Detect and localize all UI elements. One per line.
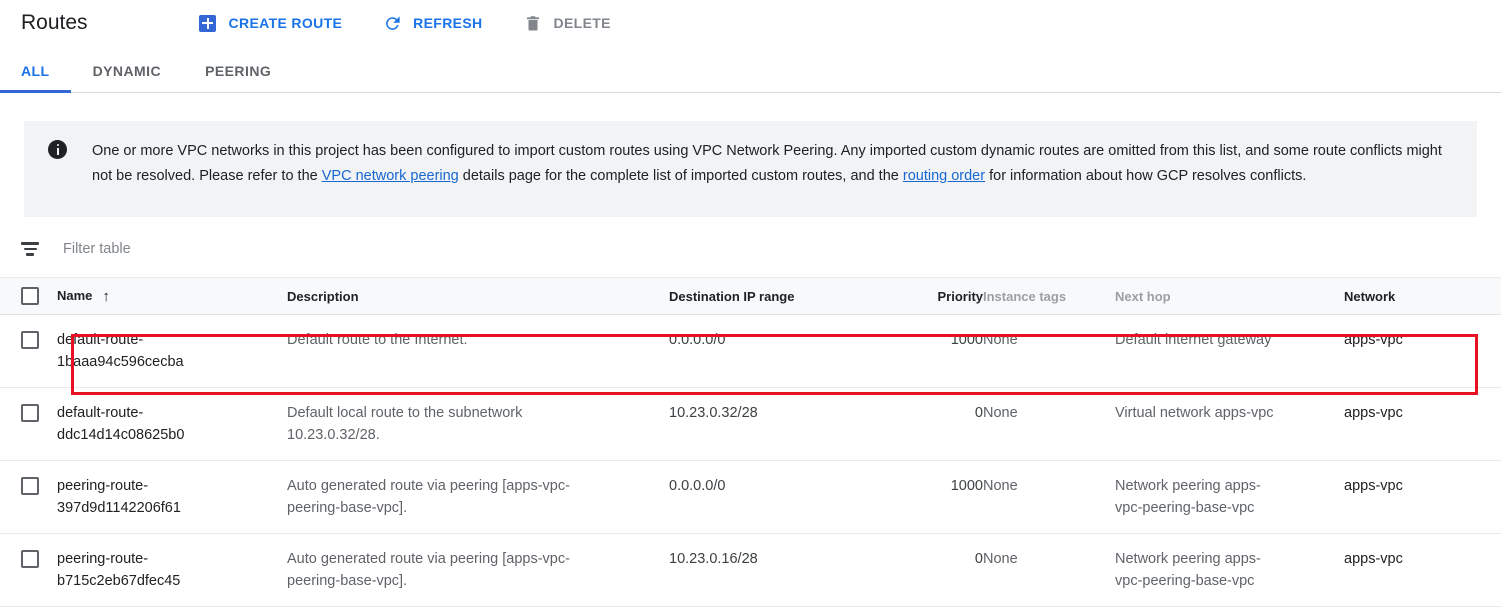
info-banner-wrapper: One or more VPC networks in this project…: [0, 93, 1501, 217]
cell-description-text: Auto generated route via peering [apps-v…: [287, 551, 570, 589]
table-body: default-route-1baaa94c596cecba Default r…: [0, 315, 1501, 607]
cell-network: apps-vpc: [1344, 405, 1403, 421]
cell-next-hop: Network peering apps-vpc-peering-base-vp…: [1115, 534, 1344, 607]
routes-table-wrapper: Name ↑ Description Destination IP range P…: [0, 277, 1501, 607]
cell-name-text: default-route-ddc14d14c08625b0: [57, 405, 185, 443]
cell-destination-ip-range: 10.23.0.16/28: [669, 551, 758, 567]
info-icon: [48, 140, 67, 159]
cell-description-text: Auto generated route via peering [apps-v…: [287, 478, 570, 516]
row-checkbox[interactable]: [21, 331, 39, 349]
table-header-row: Name ↑ Description Destination IP range P…: [0, 277, 1501, 315]
cell-next-hop-text: Default internet gateway: [1115, 332, 1272, 348]
cell-name: default-route-ddc14d14c08625b0: [57, 388, 287, 461]
cell-description: Default local route to the subnetwork 10…: [287, 388, 669, 461]
select-all-header: [0, 278, 57, 315]
cell-next-hop-text: Network peering apps-vpc-peering-base-vp…: [1115, 478, 1261, 516]
cell-priority: 0: [974, 405, 983, 421]
table-row[interactable]: default-route-ddc14d14c08625b0 Default l…: [0, 388, 1501, 461]
tab-all[interactable]: ALL: [0, 63, 71, 93]
cell-next-hop: Network peering apps-vpc-peering-base-vp…: [1115, 461, 1344, 534]
column-header-instance-tags[interactable]: Instance tags: [983, 278, 1115, 315]
tab-dynamic[interactable]: DYNAMIC: [71, 63, 183, 92]
page-title: Routes: [21, 11, 88, 34]
cell-name-text: peering-route-397d9d1142206f61: [57, 478, 181, 516]
refresh-label: REFRESH: [413, 15, 483, 31]
column-header-network[interactable]: Network: [1344, 278, 1501, 315]
row-select-cell: [0, 388, 57, 461]
refresh-button[interactable]: REFRESH: [376, 5, 488, 41]
row-select-cell: [0, 315, 57, 388]
cell-name-text: peering-route-b715c2eb67dfec45: [57, 551, 181, 589]
cell-next-hop: Virtual network apps-vpc: [1115, 388, 1344, 461]
column-header-name-label: Name: [57, 288, 93, 303]
table-row[interactable]: peering-route-b715c2eb67dfec45 Auto gene…: [0, 534, 1501, 607]
cell-destination-ip-range: 10.23.0.32/28: [669, 405, 758, 421]
row-select-cell: [0, 461, 57, 534]
routing-order-link[interactable]: routing order: [903, 168, 985, 184]
cell-network: apps-vpc: [1344, 332, 1403, 348]
cell-description: Auto generated route via peering [apps-v…: [287, 534, 669, 607]
cell-instance-tags: None: [983, 551, 1018, 567]
cell-priority: 1000: [950, 332, 983, 348]
create-route-button[interactable]: CREATE ROUTE: [192, 5, 349, 41]
banner-text-part-3: for information about how GCP resolves c…: [985, 168, 1307, 184]
row-checkbox[interactable]: [21, 404, 39, 422]
cell-instance-tags: None: [983, 405, 1018, 421]
column-header-next-hop[interactable]: Next hop: [1115, 278, 1344, 315]
column-header-destination-ip-range[interactable]: Destination IP range: [669, 278, 909, 315]
cell-description-text: Default route to the Internet.: [287, 332, 468, 348]
cell-priority: 1000: [950, 478, 983, 494]
cell-destination-ip-range: 0.0.0.0/0: [669, 478, 726, 494]
column-header-priority[interactable]: Priority: [909, 278, 983, 315]
vpc-network-peering-link[interactable]: VPC network peering: [322, 168, 459, 184]
select-all-checkbox[interactable]: [21, 287, 39, 305]
cell-description-text: Default local route to the subnetwork 10…: [287, 405, 523, 443]
cell-name-text: default-route-1baaa94c596cecba: [57, 332, 184, 370]
page-toolbar: Routes CREATE ROUTE REFRESH DELETE: [0, 0, 1501, 46]
cell-instance-tags: None: [983, 332, 1018, 348]
plus-square-icon: [198, 13, 218, 33]
filter-icon[interactable]: [21, 242, 39, 256]
cell-description: Auto generated route via peering [apps-v…: [287, 461, 669, 534]
tab-bar: ALL DYNAMIC PEERING: [0, 46, 1501, 93]
cell-priority: 0: [974, 551, 983, 567]
trash-icon: [523, 13, 543, 33]
refresh-icon: [382, 13, 402, 33]
banner-text-part-2: details page for the complete list of im…: [458, 168, 903, 184]
cell-next-hop: Default internet gateway: [1115, 315, 1344, 388]
cell-name: peering-route-397d9d1142206f61: [57, 461, 287, 534]
cell-description: Default route to the Internet.: [287, 315, 669, 388]
row-checkbox[interactable]: [21, 550, 39, 568]
delete-label: DELETE: [553, 15, 611, 31]
routes-table: Name ↑ Description Destination IP range P…: [0, 277, 1501, 607]
cell-name: peering-route-b715c2eb67dfec45: [57, 534, 287, 607]
cell-name: default-route-1baaa94c596cecba: [57, 315, 287, 388]
row-checkbox[interactable]: [21, 477, 39, 495]
row-select-cell: [0, 534, 57, 607]
cell-destination-ip-range: 0.0.0.0/0: [669, 332, 726, 348]
info-banner: One or more VPC networks in this project…: [24, 121, 1477, 217]
filter-row: [0, 221, 1501, 277]
cell-instance-tags: None: [983, 478, 1018, 494]
cell-next-hop-text: Network peering apps-vpc-peering-base-vp…: [1115, 551, 1261, 589]
filter-input[interactable]: [61, 240, 465, 258]
column-header-description[interactable]: Description: [287, 278, 669, 315]
info-banner-text: One or more VPC networks in this project…: [92, 139, 1457, 189]
cell-network: apps-vpc: [1344, 478, 1403, 494]
sort-ascending-icon: ↑: [102, 288, 110, 305]
create-route-label: CREATE ROUTE: [228, 15, 343, 31]
column-header-name[interactable]: Name ↑: [57, 278, 287, 315]
cell-next-hop-text: Virtual network apps-vpc: [1115, 405, 1274, 421]
tab-peering[interactable]: PEERING: [183, 63, 293, 92]
delete-button[interactable]: DELETE: [517, 5, 617, 41]
table-row[interactable]: default-route-1baaa94c596cecba Default r…: [0, 315, 1501, 388]
table-row[interactable]: peering-route-397d9d1142206f61 Auto gene…: [0, 461, 1501, 534]
cell-network: apps-vpc: [1344, 551, 1403, 567]
